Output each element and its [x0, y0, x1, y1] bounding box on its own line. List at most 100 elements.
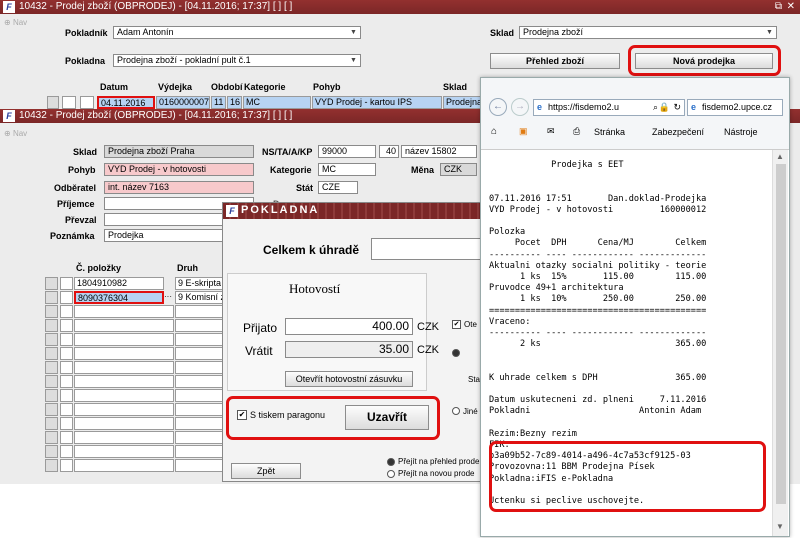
cell-obdobi2[interactable]: 16 [227, 96, 242, 109]
home-icon[interactable]: ⌂ [491, 126, 497, 137]
row-checkbox[interactable] [60, 389, 73, 402]
ote-checkbox[interactable]: ✔ [452, 320, 461, 329]
feed-icon[interactable]: ▣ [519, 126, 528, 137]
scroll-down-icon[interactable]: ▼ [776, 522, 784, 531]
row-marker[interactable] [47, 96, 59, 109]
scroll-up-icon[interactable]: ▲ [776, 152, 784, 161]
pokladna-select[interactable]: Prodejna zboží - pokladní pult č.1 ▼ [113, 54, 361, 67]
radio-nova[interactable] [387, 470, 395, 478]
pohyb-field[interactable]: VYD Prodej - v hotovosti [104, 163, 254, 176]
nsta-name-field[interactable]: název 15802 [401, 145, 477, 158]
nav-icon[interactable]: ⊕ Nav [4, 18, 27, 27]
cell-obdobi1[interactable]: 11 [211, 96, 226, 109]
row-marker[interactable] [45, 417, 58, 430]
menu-zabezpeceni[interactable]: Zabezpečení [652, 127, 704, 137]
cell-cislo-polozky[interactable] [74, 417, 174, 430]
cell-druh[interactable] [175, 347, 223, 360]
cell-cislo-polozky[interactable] [74, 403, 174, 416]
row-checkbox[interactable] [60, 277, 73, 290]
cell-druh[interactable] [175, 319, 223, 332]
row-marker[interactable] [45, 319, 58, 332]
mail-icon[interactable]: ✉ [547, 126, 555, 137]
close-icon[interactable]: ✕ [787, 0, 795, 14]
lookup-icon[interactable]: ··· [164, 292, 172, 301]
browser-tab[interactable]: e fisdemo2.upce.cz [687, 99, 783, 116]
row-marker[interactable] [45, 403, 58, 416]
cell-druh[interactable] [175, 417, 223, 430]
cell-druh[interactable]: 9 Komisní zb [175, 291, 223, 304]
nsta-field[interactable]: 99000 [318, 145, 376, 158]
side-radio[interactable] [452, 349, 460, 357]
row-marker[interactable] [45, 277, 58, 290]
cell-druh[interactable]: 9 E-skripta [175, 277, 223, 290]
row-marker[interactable] [45, 459, 58, 472]
cell-cislo-polozky[interactable] [74, 319, 174, 332]
cell-cislo-polozky[interactable] [74, 445, 174, 458]
cell-pohyb[interactable]: VYD Prodej - kartou IPS [312, 96, 442, 109]
cell-cislo-polozky[interactable] [74, 375, 174, 388]
cell-cislo-polozky[interactable]: 8090376304 [74, 291, 164, 304]
scroll-thumb[interactable] [776, 164, 786, 504]
cell-druh[interactable] [175, 431, 223, 444]
cell-druh[interactable] [175, 445, 223, 458]
sklad-select[interactable]: Prodejna zboží ▼ [519, 26, 777, 39]
cell-vydejka[interactable]: 0160000007 [156, 96, 210, 109]
jine-radio[interactable] [452, 407, 460, 415]
address-bar[interactable]: e https://fisdemo2.u ⌕ 🔒 ↻ [533, 99, 685, 116]
row-marker[interactable] [45, 375, 58, 388]
row-marker[interactable] [45, 305, 58, 318]
prevzal-field[interactable] [104, 213, 224, 226]
forward-icon[interactable]: → [511, 98, 529, 116]
row-checkbox[interactable] [60, 305, 73, 318]
row-marker[interactable] [45, 431, 58, 444]
row-checkbox[interactable] [60, 347, 73, 360]
cell-cislo-polozky[interactable] [74, 389, 174, 402]
cell-cislo-polozky[interactable] [74, 361, 174, 374]
zpet-button[interactable]: Zpět [231, 463, 301, 479]
row-checkbox[interactable] [60, 291, 73, 304]
cell-cislo-polozky[interactable] [74, 347, 174, 360]
pokladnik-select[interactable]: Adam Antonín ▼ [113, 26, 361, 39]
row-marker[interactable] [45, 333, 58, 346]
refresh-icon[interactable]: ↻ [673, 100, 681, 115]
row-checkbox[interactable] [60, 459, 73, 472]
restore-icon[interactable]: ⧉ [775, 0, 782, 14]
cell-datum[interactable]: 04.11.2016 [97, 96, 155, 109]
prijato-field[interactable]: 400.00 [285, 318, 413, 335]
row-marker[interactable] [45, 291, 58, 304]
cell-druh[interactable] [175, 375, 223, 388]
odberatel-field[interactable]: int. název 7163 [104, 181, 254, 194]
row-marker[interactable] [45, 361, 58, 374]
row-checkbox[interactable] [60, 361, 73, 374]
otevrit-zasuvku-button[interactable]: Otevřít hotovostní zásuvku [285, 371, 413, 387]
cell-druh[interactable] [175, 389, 223, 402]
cell-druh[interactable] [175, 403, 223, 416]
row-marker[interactable] [45, 445, 58, 458]
row-checkbox[interactable] [62, 96, 76, 109]
row-checkbox[interactable] [60, 417, 73, 430]
row-checkbox[interactable] [60, 445, 73, 458]
window1-titlebar[interactable]: F 10432 - Prodej zboží (OBPRODEJ) - [04.… [0, 0, 800, 14]
pokladna-titlebar[interactable]: F POKLADNA [223, 203, 485, 219]
back-icon[interactable]: ← [489, 98, 507, 116]
cell-cislo-polozky[interactable] [74, 431, 174, 444]
row-checkbox[interactable] [60, 333, 73, 346]
kategorie-field[interactable]: MC [318, 163, 376, 176]
row-checkbox[interactable] [80, 96, 94, 109]
radio-prehled[interactable] [387, 458, 395, 466]
cell-cislo-polozky[interactable] [74, 459, 174, 472]
nsta-num-field[interactable]: 40 [379, 145, 399, 158]
row-checkbox[interactable] [60, 403, 73, 416]
cell-sklad[interactable]: Prodejna [443, 96, 483, 109]
menu-stranka[interactable]: Stránka [594, 127, 625, 137]
cell-cislo-polozky[interactable] [74, 333, 174, 346]
row-checkbox[interactable] [60, 319, 73, 332]
cell-druh[interactable] [175, 333, 223, 346]
cell-druh[interactable] [175, 361, 223, 374]
cell-druh[interactable] [175, 459, 223, 472]
stat-field[interactable]: CZE [318, 181, 358, 194]
poznamka-field[interactable]: Prodejka [104, 229, 224, 242]
menu-nastroje[interactable]: Nástroje [724, 127, 758, 137]
row-marker[interactable] [45, 389, 58, 402]
row-marker[interactable] [45, 347, 58, 360]
